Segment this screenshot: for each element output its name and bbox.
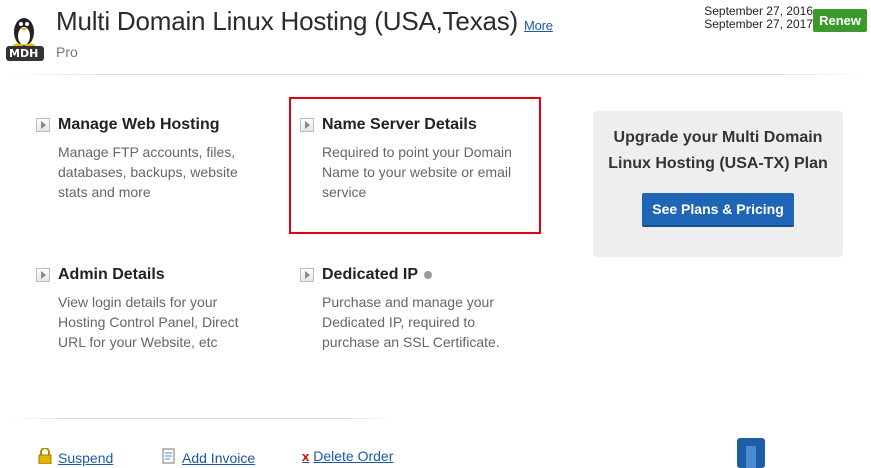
order-header: MDH Multi Domain Linux Hosting (USA,Texa… xyxy=(0,0,871,66)
delete-order-link[interactable]: x Delete Order xyxy=(302,448,393,464)
section-title: Manage Web Hosting xyxy=(58,116,220,133)
manage-web-hosting-link[interactable]: Manage Web Hosting xyxy=(36,116,276,134)
bookmark-icon[interactable] xyxy=(737,438,765,468)
manage-web-hosting-section: Manage Web Hosting Manage FTP accounts, … xyxy=(36,116,276,202)
product-title: Multi Domain Linux Hosting (USA,Texas) xyxy=(56,6,519,36)
upgrade-panel: Upgrade your Multi Domain Linux Hosting … xyxy=(593,111,843,257)
info-dot-icon[interactable] xyxy=(424,271,433,279)
section-title: Admin Details xyxy=(58,266,165,283)
section-description: Manage FTP accounts, files, databases, b… xyxy=(58,144,238,200)
x-icon: x xyxy=(302,448,310,464)
arrow-right-icon xyxy=(300,268,314,282)
footer-divider xyxy=(8,418,398,419)
delete-order-label: Delete Order xyxy=(313,448,394,464)
see-plans-button[interactable]: See Plans & Pricing xyxy=(642,193,794,227)
more-link[interactable]: More xyxy=(524,18,553,33)
lock-icon xyxy=(38,447,52,467)
order-dates: September 27, 2016 September 27, 2017 xyxy=(704,5,813,31)
suspend-link[interactable]: Suspend xyxy=(38,447,114,467)
logo-text: MDH xyxy=(9,47,39,60)
page-title: Multi Domain Linux Hosting (USA,Texas) Mo… xyxy=(56,6,553,37)
admin-details-section: Admin Details View login details for you… xyxy=(36,266,276,352)
invoice-icon xyxy=(162,448,176,467)
dedicated-ip-link[interactable]: Dedicated IP xyxy=(300,266,540,284)
section-description: Purchase and manage your Dedicated IP, r… xyxy=(322,294,500,350)
highlight-box xyxy=(289,97,541,234)
linux-penguin-icon: MDH xyxy=(6,8,46,62)
section-description: View login details for your Hosting Cont… xyxy=(58,294,239,350)
dedicated-ip-section: Dedicated IP Purchase and manage your De… xyxy=(300,266,540,352)
renew-button[interactable]: Renew xyxy=(813,9,867,32)
header-divider xyxy=(8,74,868,75)
end-date: September 27, 2017 xyxy=(704,17,813,31)
admin-details-link[interactable]: Admin Details xyxy=(36,266,276,284)
upgrade-text: Upgrade your Multi Domain Linux Hosting … xyxy=(608,129,828,172)
arrow-right-icon xyxy=(36,118,50,132)
plan-subtitle: Pro xyxy=(56,44,78,60)
section-title: Dedicated IP xyxy=(322,266,419,283)
add-invoice-label: Add Invoice xyxy=(182,449,256,466)
arrow-right-icon xyxy=(36,268,50,282)
add-invoice-link[interactable]: Add Invoice xyxy=(162,448,255,467)
suspend-label: Suspend xyxy=(58,449,114,466)
